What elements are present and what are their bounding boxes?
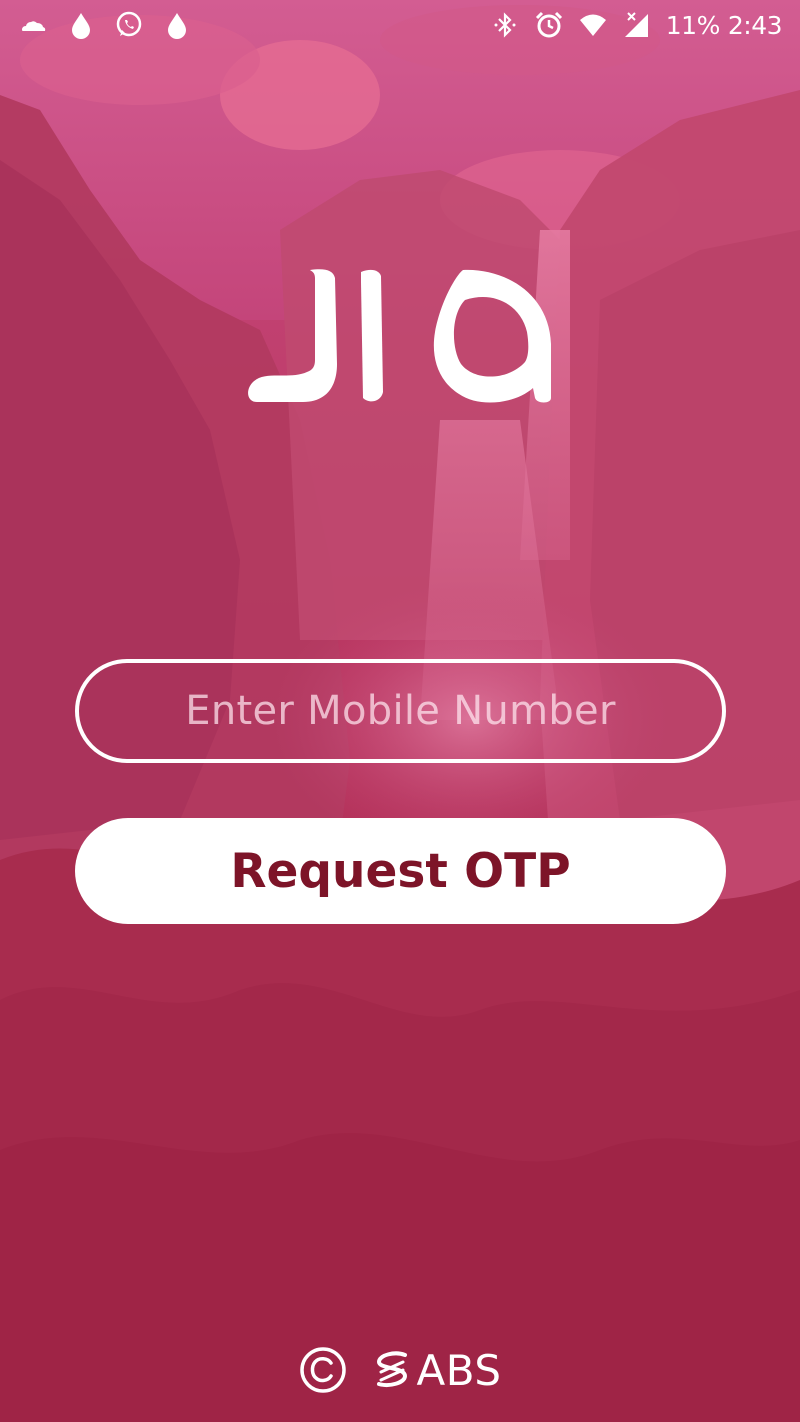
status-bar-system: 11% 2:43 xyxy=(490,10,783,40)
cloud-icon xyxy=(18,10,48,40)
abs-brand: ABS xyxy=(373,1346,502,1395)
droplet-icon xyxy=(162,10,192,40)
droplet-icon xyxy=(66,10,96,40)
status-bar: 11% 2:43 xyxy=(0,0,800,50)
whatsapp-icon xyxy=(114,10,144,40)
status-time: 2:43 xyxy=(727,10,783,40)
app-logo xyxy=(245,262,555,407)
battery-percentage: 11% xyxy=(665,10,721,40)
wifi-icon xyxy=(578,10,608,40)
alarm-icon xyxy=(534,10,564,40)
footer: ABS xyxy=(0,1340,800,1400)
status-bar-notifications xyxy=(18,10,192,40)
abs-brand-text: ABS xyxy=(416,1345,502,1395)
abs-logo-icon xyxy=(373,1350,411,1390)
mobile-number-field[interactable] xyxy=(75,659,726,763)
bluetooth-icon xyxy=(490,10,520,40)
copyright-icon xyxy=(299,1346,347,1394)
request-otp-button[interactable]: Request OTP xyxy=(75,818,726,924)
signal-icon xyxy=(622,10,652,40)
mobile-number-input[interactable] xyxy=(79,662,722,760)
